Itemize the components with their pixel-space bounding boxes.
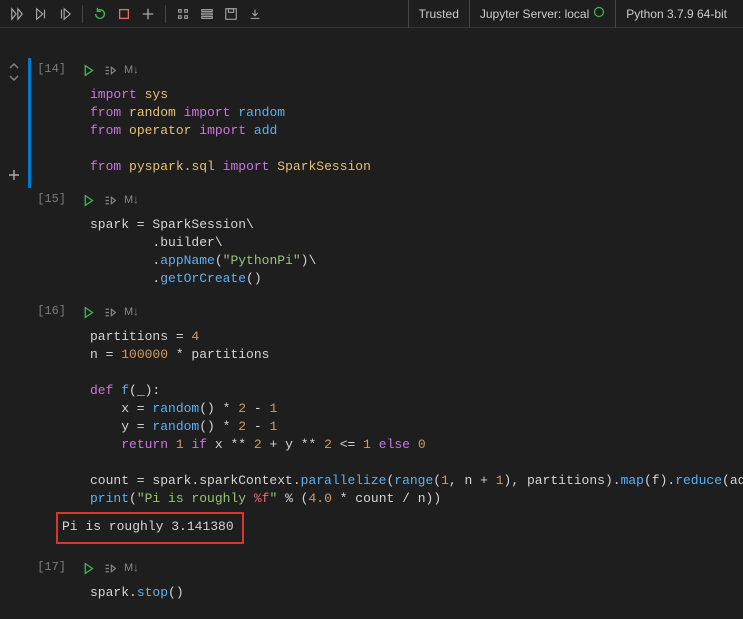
run-cell-icon[interactable] bbox=[78, 302, 98, 322]
code-editor[interactable]: partitions = 4 n = 100000 * partitions d… bbox=[70, 324, 743, 516]
server-status[interactable]: Jupyter Server: local bbox=[469, 0, 615, 28]
notebook-toolbar: Trusted Jupyter Server: local Python 3.7… bbox=[0, 0, 743, 28]
code-editor[interactable]: spark.stop() bbox=[70, 580, 743, 610]
code-cell[interactable]: [14] M↓ import sys from random import ra… bbox=[0, 58, 743, 188]
save-icon[interactable] bbox=[220, 3, 242, 25]
code-cell[interactable]: [17] M↓ spark.stop() bbox=[0, 556, 743, 614]
run-by-line-icon[interactable] bbox=[100, 190, 120, 210]
chevron-down-icon[interactable] bbox=[5, 72, 23, 84]
restart-kernel-icon[interactable] bbox=[89, 3, 111, 25]
kernel-label: Python 3.7.9 64-bit bbox=[626, 7, 727, 21]
cell-prompt: [17] bbox=[28, 556, 70, 614]
export-icon[interactable] bbox=[244, 3, 266, 25]
code-cell[interactable]: [15] M↓ spark = SparkSession\ .builder\ … bbox=[0, 188, 743, 300]
markdown-toggle[interactable]: M↓ bbox=[124, 194, 139, 206]
insert-cell-icon[interactable] bbox=[5, 166, 23, 184]
markdown-toggle[interactable]: M↓ bbox=[124, 306, 139, 318]
run-below-icon[interactable] bbox=[54, 3, 76, 25]
outline-icon[interactable] bbox=[196, 3, 218, 25]
run-cell-icon[interactable] bbox=[78, 558, 98, 578]
interrupt-kernel-icon[interactable] bbox=[113, 3, 135, 25]
code-editor[interactable]: import sys from random import random fro… bbox=[70, 82, 743, 184]
active-cell-indicator bbox=[28, 58, 31, 188]
cell-toolbar: M↓ bbox=[70, 188, 743, 212]
trusted-label: Trusted bbox=[419, 7, 459, 21]
notebook-body: [14] M↓ import sys from random import ra… bbox=[0, 28, 743, 614]
server-ok-icon bbox=[593, 6, 605, 21]
cell-toolbar: M↓ bbox=[70, 556, 743, 580]
markdown-toggle[interactable]: M↓ bbox=[124, 562, 139, 574]
code-cell[interactable]: [16] M↓ partitions = 4 n = 100000 * part… bbox=[0, 300, 743, 556]
cell-prompt: [15] bbox=[28, 188, 70, 300]
trusted-status[interactable]: Trusted bbox=[408, 0, 469, 28]
cell-output: Pi is roughly 3.141380 bbox=[56, 512, 244, 544]
run-by-line-icon[interactable] bbox=[100, 60, 120, 80]
variables-icon[interactable] bbox=[172, 3, 194, 25]
add-cell-icon[interactable] bbox=[137, 3, 159, 25]
run-all-icon[interactable] bbox=[6, 3, 28, 25]
kernel-status[interactable]: Python 3.7.9 64-bit bbox=[615, 0, 737, 28]
code-editor[interactable]: spark = SparkSession\ .builder\ .appName… bbox=[70, 212, 743, 296]
run-above-icon[interactable] bbox=[30, 3, 52, 25]
server-label: Jupyter Server: local bbox=[480, 7, 589, 21]
markdown-toggle[interactable]: M↓ bbox=[124, 64, 139, 76]
run-by-line-icon[interactable] bbox=[100, 302, 120, 322]
cell-toolbar: M↓ bbox=[70, 58, 743, 82]
run-cell-icon[interactable] bbox=[78, 190, 98, 210]
cell-prompt: [14] bbox=[28, 58, 70, 188]
chevron-up-icon[interactable] bbox=[5, 60, 23, 72]
cell-toolbar: M↓ bbox=[70, 300, 743, 324]
run-cell-icon[interactable] bbox=[78, 60, 98, 80]
run-by-line-icon[interactable] bbox=[100, 558, 120, 578]
